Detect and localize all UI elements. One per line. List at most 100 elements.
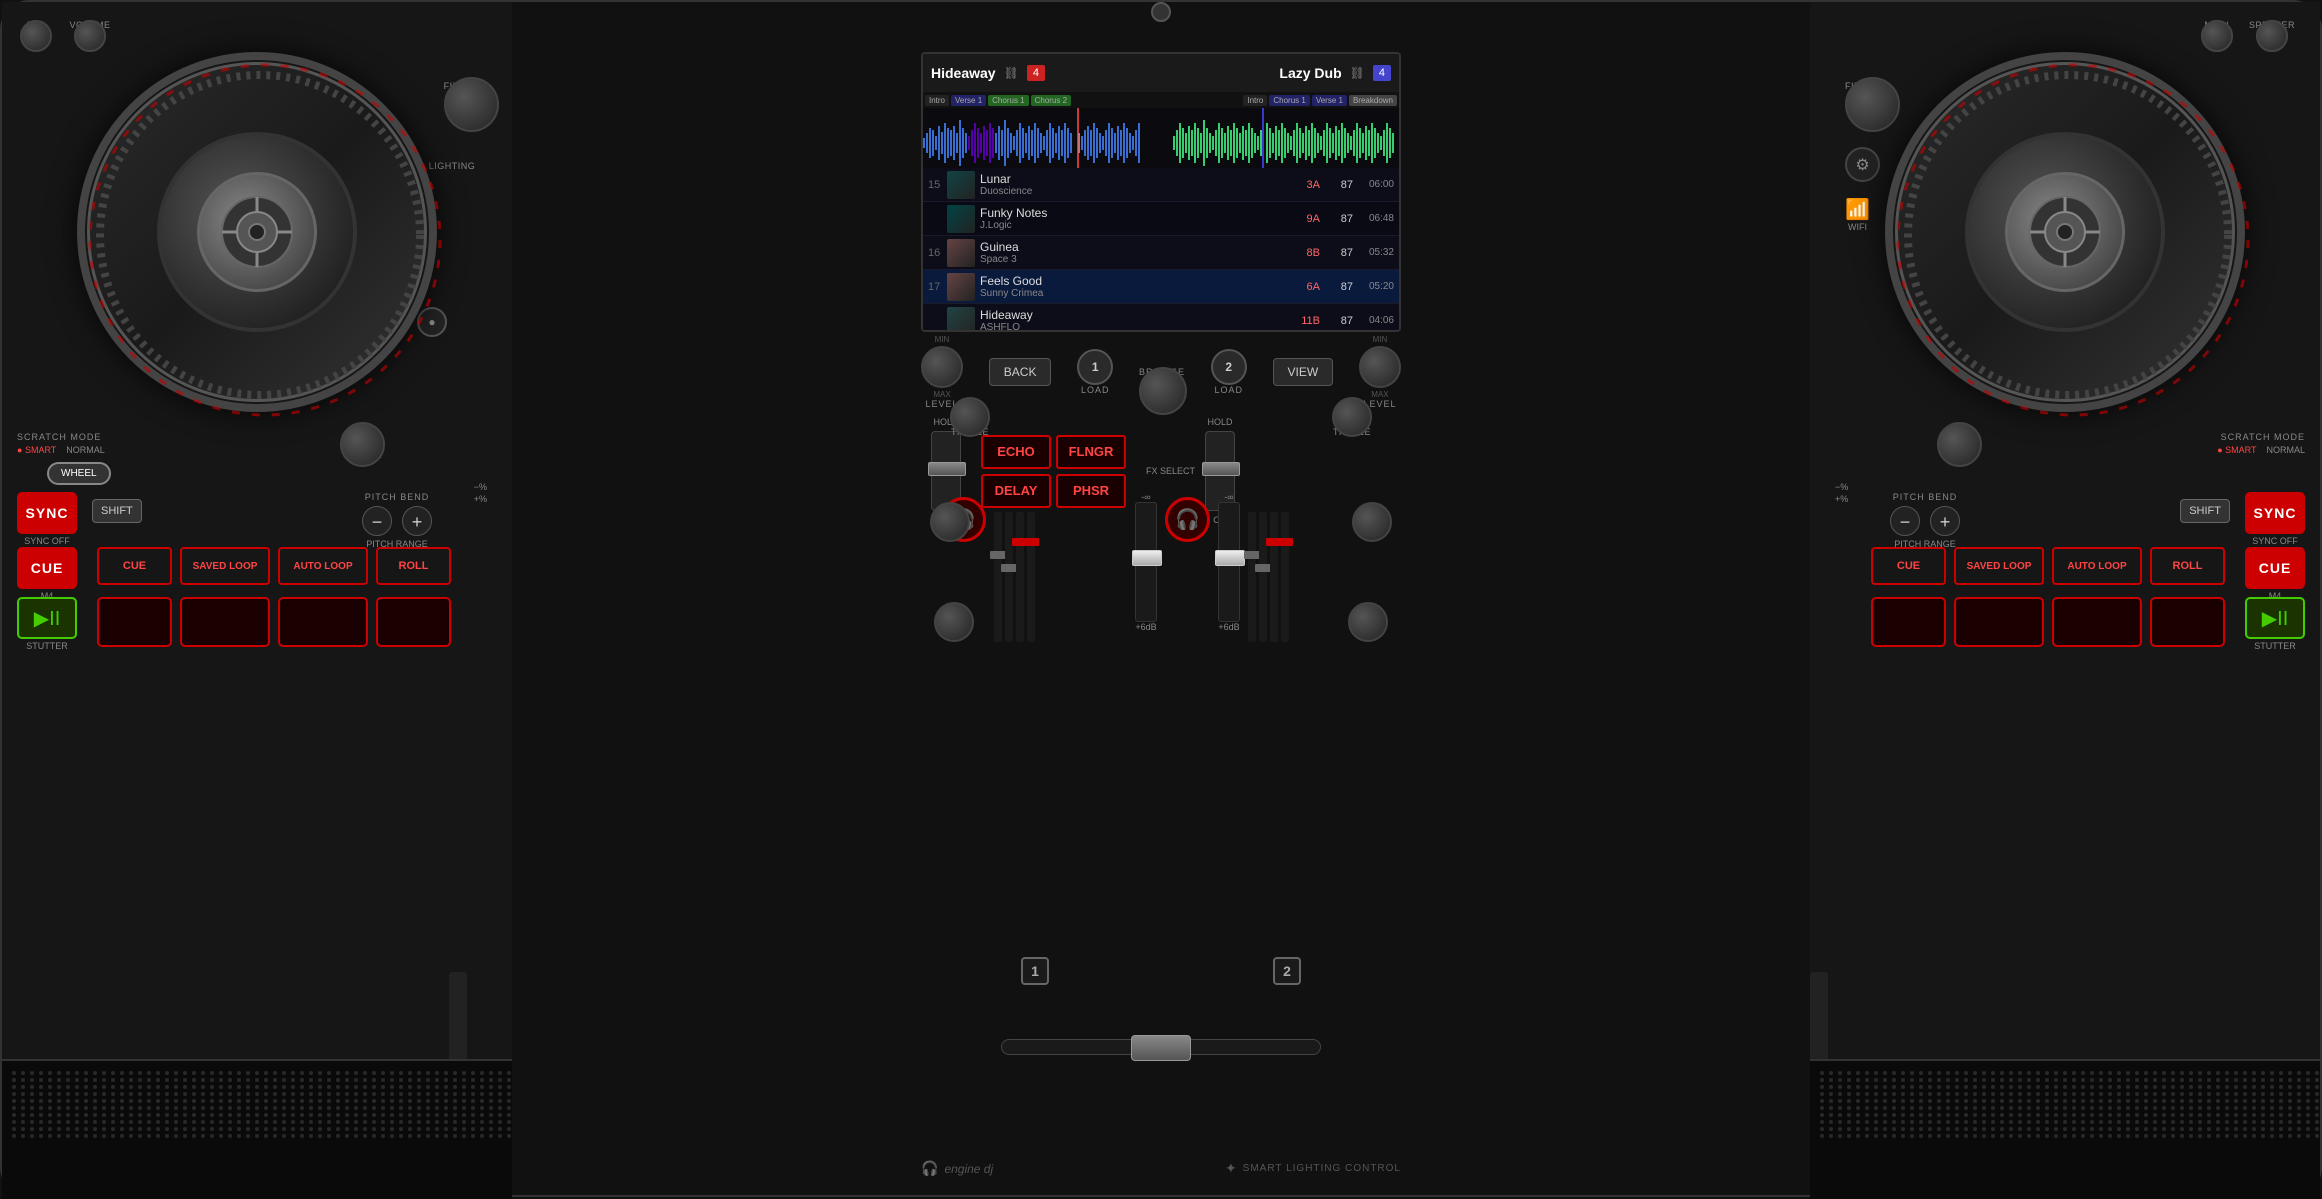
pitch-bend-area-left: PITCH BEND − + PITCH RANGE <box>362 492 432 549</box>
fader-cap-ch1 <box>928 462 966 476</box>
mid-knob-left-area: -∞ +6dB MID <box>941 502 960 538</box>
level-knob-left[interactable] <box>921 346 963 388</box>
pitch-bend-label-right: PITCH BEND <box>1890 492 1960 502</box>
track-row[interactable]: 17 Feels Good Sunny Crimea 6A 87 05:20 <box>923 270 1399 304</box>
pitch-bend-label-left: PITCH BEND <box>362 492 432 502</box>
play-area-left: ▶II STUTTER <box>17 597 77 651</box>
pitch-minus-left[interactable]: − <box>362 506 392 536</box>
pad3-right[interactable] <box>2052 597 2142 647</box>
pitch-bend-btns-left: − + <box>362 506 432 536</box>
pad1-right[interactable] <box>1871 597 1946 647</box>
view-button[interactable]: VIEW <box>1273 358 1334 386</box>
mix-knob[interactable] <box>20 20 52 52</box>
treble-area-left: -∞ +6dB TREBLE <box>344 422 382 460</box>
track-row[interactable]: Hideaway ASHFLO 11B 87 04:06 <box>923 304 1399 332</box>
pitch-minus-right[interactable]: − <box>1890 506 1920 536</box>
pad-savedloop-button-left[interactable]: SAVED LOOP <box>180 547 270 585</box>
pad-cue-button-left[interactable]: CUE <box>97 547 172 585</box>
filter-knob-left[interactable] <box>444 77 499 132</box>
smart-lighting-text: SMART LIGHTING CONTROL <box>1243 1163 1401 1174</box>
cue-button-right[interactable]: CUE <box>2245 547 2305 589</box>
volume-knob-right[interactable] <box>74 20 106 52</box>
pad2-right[interactable] <box>1954 597 2044 647</box>
play-button-right[interactable]: ▶II <box>2245 597 2305 639</box>
pad-roll-area-left: ROLL <box>376 547 451 585</box>
bass-knob-left[interactable] <box>934 602 974 642</box>
pitch-plus-left[interactable]: + <box>402 506 432 536</box>
load1-button[interactable]: 1 <box>1077 349 1113 385</box>
load2-button[interactable]: 2 <box>1211 349 1247 385</box>
shift-button-right[interactable]: SHIFT <box>2180 499 2230 523</box>
pad-cue-area-left: CUE <box>97 547 172 585</box>
pad-savedloop-area-right: SAVED LOOP <box>1954 547 2044 585</box>
mid-knob-right[interactable] <box>1352 502 1392 542</box>
chain-icon-2: ⛓ <box>1350 66 1365 80</box>
eq-treble-knob-left[interactable] <box>950 397 990 437</box>
jog-wheel-right[interactable] <box>1885 52 2245 412</box>
track-row[interactable]: 16 Guinea Space 3 8B 87 05:32 <box>923 236 1399 270</box>
jog-wheel-left[interactable] <box>77 52 437 412</box>
top-center-knob[interactable] <box>1151 2 1171 22</box>
play-button-left[interactable]: ▶II <box>17 597 77 639</box>
wheel-button-left[interactable]: WHEEL <box>47 462 111 485</box>
filter-knob-area-right: FILTER <box>1845 77 1878 91</box>
pitch-plus-right[interactable]: + <box>1930 506 1960 536</box>
track-list: 15 Lunar Duoscience 3A 87 06:00 Funky No… <box>923 168 1399 332</box>
jog-logo-left <box>197 172 317 292</box>
normal-label-left: NORMAL <box>66 445 105 455</box>
bass-knob-left-area: -∞ +6dB BASS <box>941 602 967 638</box>
lighting-logo-icon: ✦ <box>1225 1160 1237 1177</box>
back-btn-area: BACK <box>989 358 1052 386</box>
back-button[interactable]: BACK <box>989 358 1052 386</box>
sync-button-right[interactable]: SYNC <box>2245 492 2305 534</box>
screen: Hideaway ⛓ 4 Lazy Dub ⛓ 4 Intro Verse 1 … <box>921 52 1401 332</box>
pad-autoloop-button-left[interactable]: AUTO LOOP <box>278 547 368 585</box>
load2-label: LOAD <box>1211 385 1247 395</box>
track-row[interactable]: 15 Lunar Duoscience 3A 87 06:00 <box>923 168 1399 202</box>
top-knobs-right: MAIN SPEAKER <box>2204 20 2295 30</box>
load2-area: 2 LOAD <box>1211 349 1247 395</box>
eq-treble-knob-right[interactable] <box>1332 397 1372 437</box>
fx-flngr-button[interactable]: FLNGR <box>1056 435 1126 469</box>
stutter-label-right: STUTTER <box>2245 641 2305 651</box>
speaker-knob-group: SPEAKER <box>2249 20 2295 30</box>
pad-autoloop-button-right[interactable]: AUTO LOOP <box>2052 547 2142 585</box>
speaker-knob-right[interactable] <box>2256 20 2288 52</box>
fader-cap-ch2 <box>1202 462 1240 476</box>
main-knob-right[interactable] <box>2201 20 2233 52</box>
shift-area-left: SHIFT <box>92 499 142 523</box>
treble-knob-left[interactable] <box>340 422 385 467</box>
grill-dots-right <box>1810 1061 2320 1148</box>
pad-roll-button-right[interactable]: ROLL <box>2150 547 2225 585</box>
pad4-right[interactable] <box>2150 597 2225 647</box>
waveform-svg <box>923 108 1399 168</box>
track-row[interactable]: Funky Notes J.Logic 9A 87 06:48 <box>923 202 1399 236</box>
pad-roll-button-left[interactable]: ROLL <box>376 547 451 585</box>
pad-row2-right <box>1871 597 2225 647</box>
pad2-left[interactable] <box>180 597 270 647</box>
treble-knob-right[interactable] <box>1937 422 1982 467</box>
section-bar: Intro Verse 1 Chorus 1 Chorus 2 Intro Ch… <box>923 92 1399 108</box>
pad4-left[interactable] <box>376 597 451 647</box>
crossfader[interactable] <box>1001 1039 1321 1055</box>
fx-echo-button[interactable]: ECHO <box>981 435 1051 469</box>
bass-knobs-row: -∞ +6dB BASS -∞ +6dB BASS <box>931 602 1391 638</box>
pad3-left[interactable] <box>278 597 368 647</box>
level-knob-right[interactable] <box>1359 346 1401 388</box>
pitch-fader-right-area: −% +% <box>1835 482 1848 504</box>
pad-savedloop-button-right[interactable]: SAVED LOOP <box>1954 547 2044 585</box>
pad-cue-button-right[interactable]: CUE <box>1871 547 1946 585</box>
eq-right: -∞ +6dB TREBLE <box>1333 397 1371 437</box>
pitch-percent-neg-left: −% <box>474 482 487 492</box>
pad1-left[interactable] <box>97 597 172 647</box>
browse-area: BROWSE <box>1139 367 1185 377</box>
mid-knob-left[interactable] <box>930 502 970 542</box>
settings-button-right[interactable]: ⚙ <box>1845 147 1880 182</box>
engine-dj-text: engine dj <box>944 1162 993 1176</box>
sync-button-left[interactable]: SYNC <box>17 492 77 534</box>
engine-dj-logo: 🎧 engine dj <box>921 1160 993 1177</box>
wifi-icon-right[interactable]: 📶 <box>1845 197 1870 222</box>
cue-button-left[interactable]: CUE <box>17 547 77 589</box>
bass-knob-right[interactable] <box>1348 602 1388 642</box>
shift-button-left[interactable]: SHIFT <box>92 499 142 523</box>
